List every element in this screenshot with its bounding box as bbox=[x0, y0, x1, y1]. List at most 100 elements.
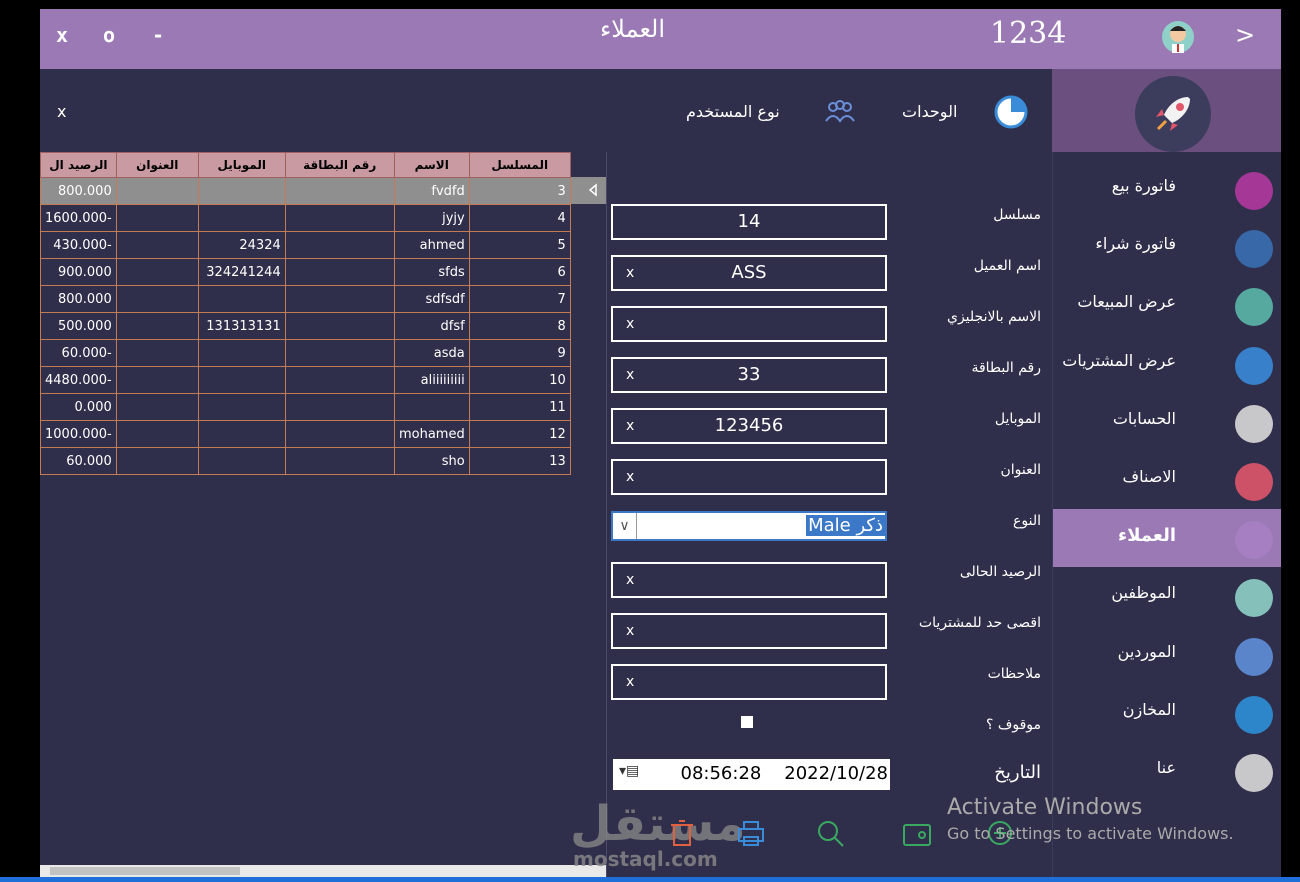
column-header[interactable]: الموبايل bbox=[197, 152, 286, 178]
table-cell[interactable]: sho bbox=[393, 447, 470, 475]
input-field-1[interactable]: x ASS bbox=[611, 255, 887, 291]
table-cell[interactable] bbox=[197, 420, 286, 448]
table-cell[interactable]: 60.000 bbox=[40, 447, 117, 475]
input-field-2[interactable]: x bbox=[611, 306, 887, 342]
sidebar-item-3[interactable]: عرض المشتريات bbox=[1053, 335, 1281, 393]
user-type-label[interactable]: نوع المستخدم bbox=[686, 102, 780, 121]
clear-icon[interactable]: x bbox=[626, 674, 634, 690]
table-cell[interactable] bbox=[284, 393, 395, 421]
table-cell[interactable]: mohamed bbox=[393, 420, 470, 448]
table-cell[interactable]: ahmed bbox=[393, 231, 470, 259]
table-cell[interactable]: 3 bbox=[468, 177, 571, 205]
sidebar-item-7[interactable]: الموظفين bbox=[1053, 567, 1281, 625]
horizontal-scrollbar[interactable] bbox=[40, 865, 606, 877]
table-cell[interactable]: dfsf bbox=[393, 312, 470, 340]
input-field-4[interactable]: x 123456 bbox=[611, 408, 887, 444]
table-cell[interactable] bbox=[115, 177, 199, 205]
input-field-5[interactable]: x bbox=[611, 459, 887, 495]
table-cell[interactable] bbox=[284, 420, 395, 448]
table-row[interactable]: 800.000 sdfsdf 7 bbox=[40, 285, 571, 313]
table-cell[interactable]: 1600.000- bbox=[40, 204, 117, 232]
table-cell[interactable]: 24324 bbox=[197, 231, 286, 259]
column-header[interactable]: العنوان bbox=[115, 152, 199, 178]
table-cell[interactable]: 5 bbox=[468, 231, 571, 259]
sidebar-item-6[interactable]: العملاء bbox=[1053, 509, 1281, 568]
table-cell[interactable]: 6 bbox=[468, 258, 571, 286]
sidebar-item-5[interactable]: الاصناف bbox=[1053, 451, 1281, 509]
input-field-8[interactable]: x bbox=[611, 664, 887, 700]
sidebar-item-2[interactable]: عرض المبيعات bbox=[1053, 276, 1281, 334]
table-cell[interactable]: 800.000 bbox=[40, 177, 117, 205]
units-label[interactable]: الوحدات bbox=[902, 102, 957, 121]
clear-icon[interactable]: x bbox=[626, 623, 634, 639]
table-cell[interactable]: 13 bbox=[468, 447, 571, 475]
table-cell[interactable] bbox=[284, 285, 395, 313]
column-header[interactable]: رقم البطاقة bbox=[284, 152, 395, 178]
table-cell[interactable]: 10 bbox=[468, 366, 571, 394]
table-cell[interactable] bbox=[197, 339, 286, 367]
table-cell[interactable]: aliiiiiiiii bbox=[393, 366, 470, 394]
maximize-button[interactable]: o bbox=[103, 23, 115, 47]
clear-icon[interactable]: x bbox=[626, 316, 634, 332]
sidebar-item-10[interactable]: عنا bbox=[1053, 742, 1281, 800]
table-cell[interactable] bbox=[284, 177, 395, 205]
table-cell[interactable] bbox=[197, 285, 286, 313]
sidebar-item-8[interactable]: الموردين bbox=[1053, 626, 1281, 684]
table-row[interactable]: 900.000 324241244 sfds 6 bbox=[40, 258, 571, 286]
wallet-icon[interactable] bbox=[900, 817, 934, 855]
pie-chart-icon[interactable] bbox=[993, 94, 1029, 134]
table-row[interactable]: 500.000 131313131 dfsf 8 bbox=[40, 312, 571, 340]
table-cell[interactable]: 500.000 bbox=[40, 312, 117, 340]
table-cell[interactable] bbox=[284, 447, 395, 475]
avatar[interactable] bbox=[1162, 21, 1194, 53]
table-cell[interactable]: 7 bbox=[468, 285, 571, 313]
table-cell[interactable]: 4 bbox=[468, 204, 571, 232]
table-cell[interactable] bbox=[115, 339, 199, 367]
input-field-6[interactable]: x bbox=[611, 562, 887, 598]
search-icon[interactable] bbox=[814, 817, 848, 855]
scrollbar-thumb[interactable] bbox=[50, 867, 240, 875]
table-cell[interactable] bbox=[197, 393, 286, 421]
table-cell[interactable] bbox=[284, 312, 395, 340]
table-cell[interactable] bbox=[115, 366, 199, 394]
table-row[interactable]: 60.000 sho 13 bbox=[40, 447, 571, 475]
table-cell[interactable]: 900.000 bbox=[40, 258, 117, 286]
table-cell[interactable] bbox=[115, 285, 199, 313]
table-row[interactable]: 1000.000- mohamed 12 bbox=[40, 420, 571, 448]
table-cell[interactable]: 4480.000- bbox=[40, 366, 117, 394]
input-field-3[interactable]: x 33 bbox=[611, 357, 887, 393]
table-cell[interactable]: 1000.000- bbox=[40, 420, 117, 448]
table-cell[interactable]: jyjy bbox=[393, 204, 470, 232]
table-cell[interactable] bbox=[197, 447, 286, 475]
close-button[interactable]: x bbox=[56, 23, 68, 47]
table-cell[interactable] bbox=[197, 204, 286, 232]
table-cell[interactable]: 0.000 bbox=[40, 393, 117, 421]
table-cell[interactable]: 430.000- bbox=[40, 231, 117, 259]
column-header[interactable]: المسلسل bbox=[468, 152, 571, 178]
table-cell[interactable] bbox=[115, 312, 199, 340]
table-cell[interactable] bbox=[115, 447, 199, 475]
table-cell[interactable] bbox=[115, 393, 199, 421]
clear-icon[interactable]: x bbox=[626, 572, 634, 588]
column-header[interactable]: الاسم bbox=[393, 152, 470, 178]
table-cell[interactable] bbox=[284, 258, 395, 286]
table-cell[interactable]: 12 bbox=[468, 420, 571, 448]
table-cell[interactable] bbox=[115, 258, 199, 286]
table-cell[interactable]: 8 bbox=[468, 312, 571, 340]
table-cell[interactable]: 800.000 bbox=[40, 285, 117, 313]
input-field-7[interactable]: x bbox=[611, 613, 887, 649]
trash-icon[interactable] bbox=[666, 817, 700, 855]
sidebar-item-1[interactable]: فاتورة شراء bbox=[1053, 218, 1281, 276]
table-row[interactable]: 800.000 fvdfd 3 bbox=[40, 177, 571, 205]
table-cell[interactable]: sdfsdf bbox=[393, 285, 470, 313]
table-row[interactable]: 60.000- asda 9 bbox=[40, 339, 571, 367]
table-cell[interactable]: sfds bbox=[393, 258, 470, 286]
table-cell[interactable] bbox=[284, 339, 395, 367]
table-cell[interactable] bbox=[115, 231, 199, 259]
printer-icon[interactable] bbox=[734, 817, 768, 855]
minimize-button[interactable]: - bbox=[152, 23, 164, 47]
table-row[interactable]: 4480.000- aliiiiiiiii 10 bbox=[40, 366, 571, 394]
table-cell[interactable] bbox=[284, 231, 395, 259]
table-cell[interactable] bbox=[197, 177, 286, 205]
sidebar-item-9[interactable]: المخازن bbox=[1053, 684, 1281, 742]
